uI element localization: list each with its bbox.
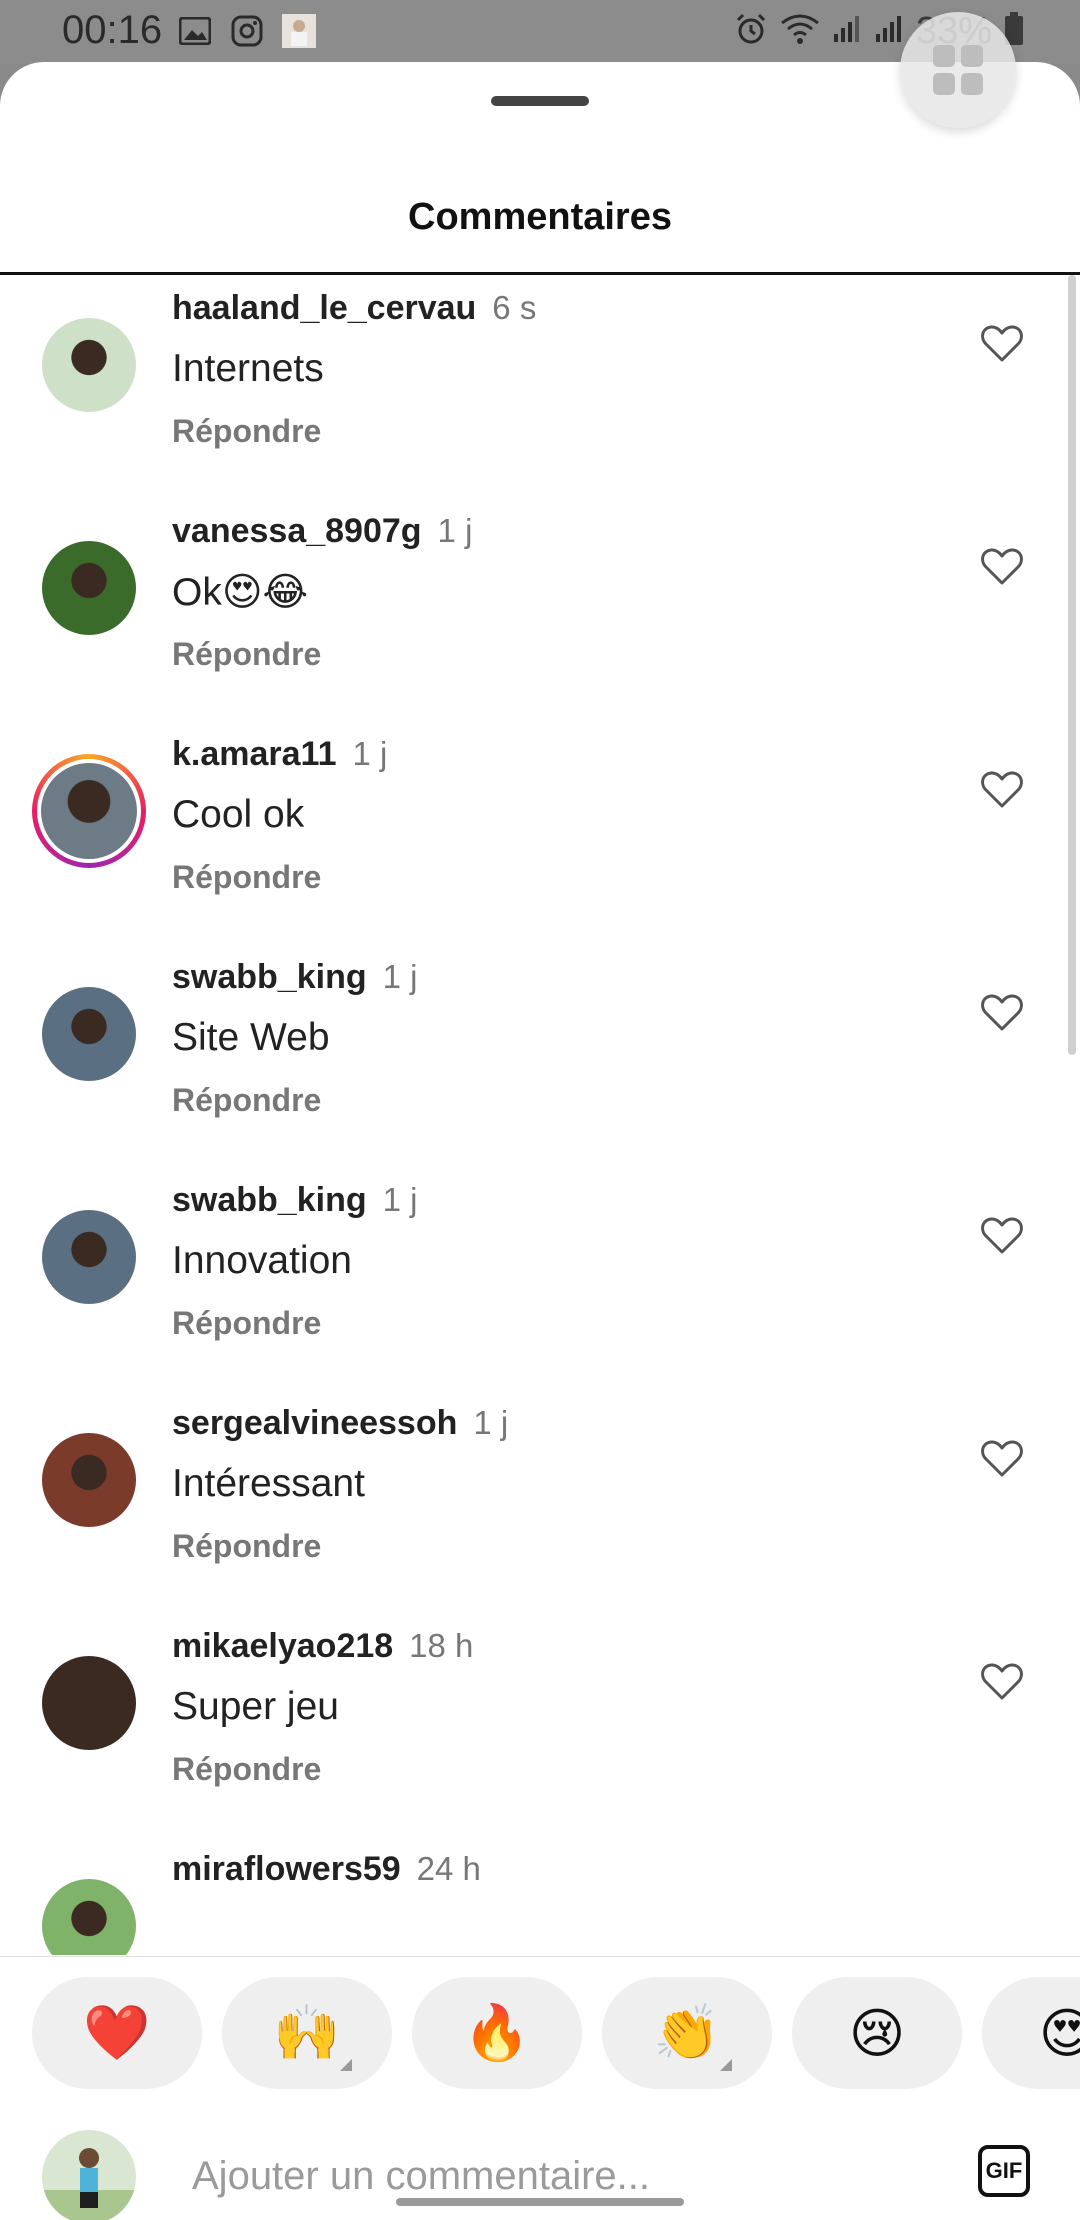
comment-item: k.amara11 1 j Cool ok Répondre [0, 721, 1080, 944]
reply-button[interactable]: Répondre [172, 859, 321, 896]
username-text[interactable]: k.amara11 [172, 735, 337, 773]
reaction-emoji: 🙌 [273, 2002, 341, 2063]
like-heart-icon[interactable] [980, 769, 1024, 809]
comment-text: Internets [172, 347, 324, 390]
comment-username[interactable]: sergealvineessoh 1 j [172, 1404, 508, 1443]
drag-handle[interactable] [491, 96, 589, 106]
like-heart-icon[interactable] [980, 1661, 1024, 1701]
reaction-emoji: 👏 [653, 2002, 721, 2063]
comment-timestamp: 1 j [382, 958, 418, 995]
comment-text: Ok😍😂 [172, 571, 309, 614]
comment-text: Innovation [172, 1239, 352, 1282]
comment-timestamp: 1 j [382, 1181, 418, 1218]
image-icon [178, 14, 212, 48]
sheet-title: Commentaires [408, 196, 672, 238]
comment-item: swabb_king 1 j Site Web Répondre [0, 944, 1080, 1167]
comment-text: Intéressant [172, 1462, 365, 1505]
commenter-avatar[interactable] [42, 1210, 136, 1304]
comment-text: Cool ok [172, 793, 305, 836]
reaction-button-heart-eyes[interactable]: 😍 [982, 1977, 1080, 2089]
comment-username[interactable]: swabb_king 1 j [172, 1181, 417, 1220]
reaction-button-fire[interactable]: 🔥 [412, 1977, 582, 2089]
like-heart-icon[interactable] [980, 1215, 1024, 1255]
reply-button[interactable]: Répondre [172, 1528, 321, 1565]
comment-item: sergealvineessoh 1 j Intéressant Répondre [0, 1390, 1080, 1613]
comment-username[interactable]: miraflowers59 24 h [172, 1850, 481, 1889]
username-text[interactable]: mikaelyao218 [172, 1627, 393, 1665]
signal-icon [832, 14, 862, 49]
comment-item: mikaelyao218 18 h Super jeu Répondre [0, 1613, 1080, 1836]
comment-timestamp: 1 j [352, 735, 388, 772]
profile-thumbnail-icon [282, 14, 316, 48]
reply-button[interactable]: Répondre [172, 636, 321, 673]
comments-sheet: Commentaires haaland_le_cervau 6 s Interne… [0, 62, 1080, 2220]
floating-apps-button[interactable] [900, 12, 1016, 128]
like-heart-icon[interactable] [980, 1438, 1024, 1478]
username-text[interactable]: swabb_king [172, 958, 367, 996]
comment-item: miraflowers59 24 h [0, 1836, 1080, 1955]
reaction-emoji: ❤️ [83, 2002, 151, 2063]
comment-list[interactable]: haaland_le_cervau 6 s Internets Répondre van… [0, 275, 1080, 1955]
username-text[interactable]: swabb_king [172, 1181, 367, 1219]
status-time: 00:16 [62, 8, 163, 52]
username-text[interactable]: miraflowers59 [172, 1850, 401, 1888]
commenter-avatar[interactable] [42, 318, 136, 412]
like-heart-icon[interactable] [980, 546, 1024, 586]
username-text[interactable]: sergealvineessoh [172, 1404, 457, 1442]
reaction-button-crying[interactable]: 😢 [792, 1977, 962, 2089]
gif-button[interactable]: GIF [978, 2145, 1030, 2197]
comment-item: vanessa_8907g 1 j Ok😍😂 Répondre [0, 498, 1080, 721]
reaction-emoji: 😢 [848, 2003, 906, 2064]
quick-reactions-bar: ❤️ 🙌 🔥 👏 😢 😍 [0, 1956, 1080, 2104]
comment-text: Site Web [172, 1016, 330, 1059]
username-text[interactable]: vanessa_8907g [172, 512, 422, 550]
instagram-icon [230, 14, 264, 48]
username-text[interactable]: haaland_le_cervau [172, 289, 476, 327]
reaction-button-heart[interactable]: ❤️ [32, 1977, 202, 2089]
skin-tone-indicator [340, 2059, 352, 2071]
commenter-avatar-with-story-ring[interactable] [32, 754, 146, 868]
reaction-button-clap[interactable]: 👏 [602, 1977, 772, 2089]
wifi-icon [780, 13, 820, 50]
comment-username[interactable]: haaland_le_cervau 6 s [172, 289, 536, 328]
alarm-icon [734, 12, 768, 51]
like-heart-icon[interactable] [980, 992, 1024, 1032]
reaction-emoji: 😍 [1039, 2002, 1080, 2065]
comment-timestamp: 18 h [409, 1627, 474, 1664]
signal-icon [874, 14, 904, 49]
commenter-avatar[interactable] [42, 1433, 136, 1527]
commenter-avatar[interactable] [42, 541, 136, 635]
skin-tone-indicator [720, 2059, 732, 2071]
reaction-emoji: 🔥 [463, 2002, 531, 2063]
comment-timestamp: 6 s [492, 289, 537, 326]
comment-timestamp: 1 j [473, 1404, 509, 1441]
scrollbar[interactable] [1068, 275, 1076, 1055]
commenter-avatar[interactable] [42, 987, 136, 1081]
comment-text: Super jeu [172, 1685, 339, 1728]
reply-button[interactable]: Répondre [172, 413, 321, 450]
reply-button[interactable]: Répondre [172, 1082, 321, 1119]
my-avatar [42, 2130, 136, 2220]
grid-icon [933, 45, 983, 95]
comment-item: swabb_king 1 j Innovation Répondre [0, 1167, 1080, 1390]
like-heart-icon[interactable] [980, 323, 1024, 363]
comment-timestamp: 1 j [437, 512, 473, 549]
comment-username[interactable]: mikaelyao218 18 h [172, 1627, 473, 1666]
home-indicator[interactable] [396, 2198, 684, 2206]
commenter-avatar[interactable] [42, 1879, 136, 1955]
comment-timestamp: 24 h [416, 1850, 481, 1887]
reply-button[interactable]: Répondre [172, 1305, 321, 1342]
comment-username[interactable]: vanessa_8907g 1 j [172, 512, 472, 551]
reaction-button-raised-hands[interactable]: 🙌 [222, 1977, 392, 2089]
commenter-avatar[interactable] [42, 1656, 136, 1750]
comment-item: haaland_le_cervau 6 s Internets Répondre [0, 275, 1080, 498]
reply-button[interactable]: Répondre [172, 1751, 321, 1788]
comment-username[interactable]: swabb_king 1 j [172, 958, 417, 997]
comment-username[interactable]: k.amara11 1 j [172, 735, 387, 774]
gif-label: GIF [985, 2158, 1023, 2183]
